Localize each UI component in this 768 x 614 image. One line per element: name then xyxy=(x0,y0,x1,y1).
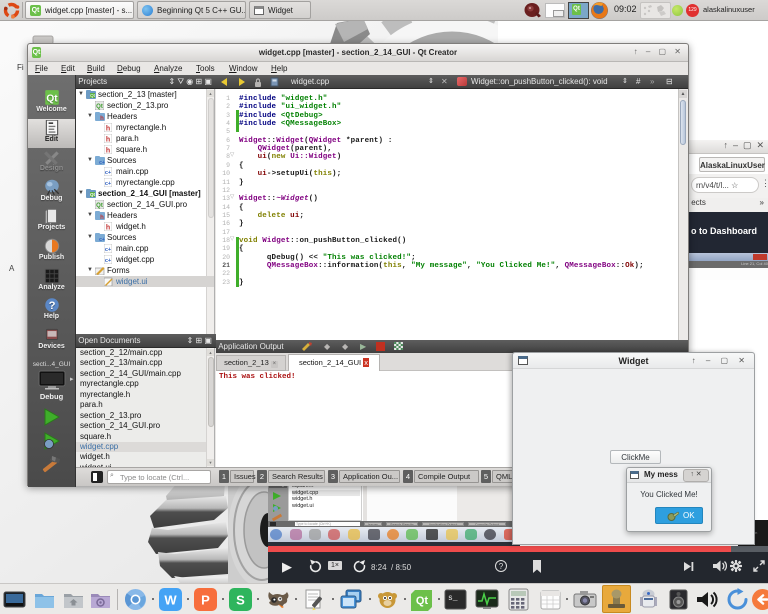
svg-text:h: h xyxy=(100,116,104,121)
svg-text:h: h xyxy=(100,215,104,220)
svg-text:W: W xyxy=(164,593,177,608)
svg-text:h: h xyxy=(106,225,110,232)
svg-text:Qt: Qt xyxy=(90,192,96,197)
svg-text:?: ? xyxy=(48,300,55,312)
svg-text:Qt: Qt xyxy=(90,93,96,98)
svg-text:c+: c+ xyxy=(105,170,111,176)
svg-text:c+: c+ xyxy=(99,237,105,242)
svg-text:c+: c+ xyxy=(105,181,111,187)
svg-text:c+: c+ xyxy=(99,160,105,165)
svg-text:h: h xyxy=(106,148,110,155)
svg-text:S: S xyxy=(236,593,245,608)
svg-text:P: P xyxy=(201,593,210,608)
svg-text:s_: s_ xyxy=(448,594,458,603)
svg-text:Qt: Qt xyxy=(96,203,103,209)
svg-text:h: h xyxy=(106,137,110,144)
svg-text:h: h xyxy=(106,126,110,133)
svg-text:Qt: Qt xyxy=(96,104,103,110)
svg-text:Qt: Qt xyxy=(416,595,429,607)
svg-text:c+: c+ xyxy=(105,247,111,253)
svg-text:Qt: Qt xyxy=(46,93,58,104)
svg-text:c+: c+ xyxy=(105,258,111,264)
